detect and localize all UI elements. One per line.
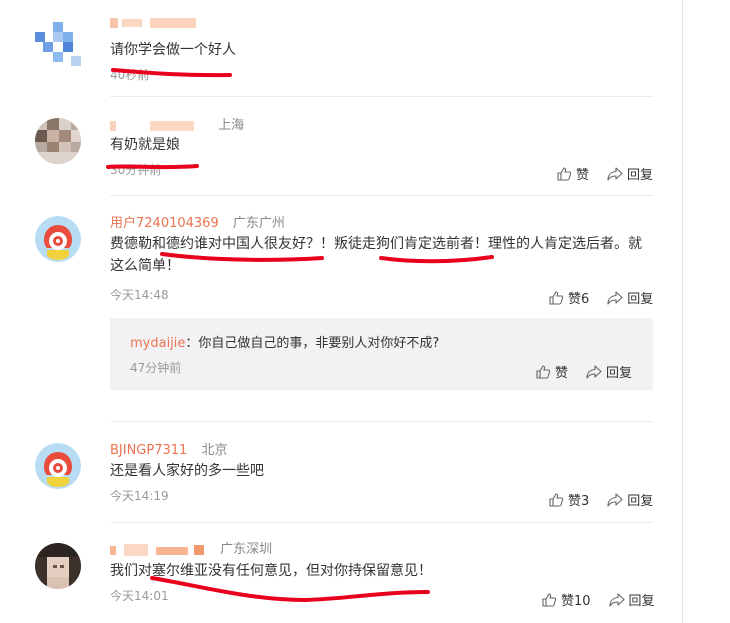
comment-location: 北京 xyxy=(201,443,228,458)
sub-reply: mydaijie：你自己做自己的事，非要别人对你好不成? 47分钟前 赞 回复 xyxy=(110,318,653,390)
comment-text: 费德勒和德约谁对中国人很友好？！叛徒走狗们肯定选前者！理性的人肯定选后者。就这么… xyxy=(110,236,642,274)
divider xyxy=(110,421,653,422)
share-arrow-icon[interactable] xyxy=(608,592,625,608)
reply-button[interactable]: 回复 xyxy=(627,288,653,307)
like-button[interactable]: 赞10 xyxy=(561,590,591,609)
divider xyxy=(110,96,653,97)
avatar[interactable] xyxy=(35,22,81,68)
divider xyxy=(110,195,653,196)
comment-username[interactable]: 用户7240104369 xyxy=(110,216,219,231)
divider xyxy=(110,522,653,523)
comment-location: 广东深圳 xyxy=(220,542,273,557)
scrollbar[interactable] xyxy=(682,0,683,623)
reply-button[interactable]: 回复 xyxy=(627,490,653,509)
share-arrow-icon[interactable] xyxy=(607,290,623,306)
comment-username[interactable]: BJINGP7311 xyxy=(110,443,187,458)
thumbs-up-icon[interactable] xyxy=(556,166,572,182)
comment-time: 今天14:01 xyxy=(110,589,169,603)
sub-reply-text: ：你自己做自己的事，非要别人对你好不成? xyxy=(185,336,440,351)
comment-actions: 赞 回复 xyxy=(556,164,653,183)
reply-button[interactable]: 回复 xyxy=(629,590,655,609)
comment-text: 我们对塞尔维亚没有任何意见，但对你持保留意见！ xyxy=(110,563,432,579)
share-arrow-icon[interactable] xyxy=(586,364,602,380)
red-underline-annotations xyxy=(106,68,494,603)
avatar[interactable] xyxy=(35,118,81,164)
comment-text: 有奶就是娘 xyxy=(110,137,180,153)
like-button[interactable]: 赞 xyxy=(555,362,568,381)
comment-text: 还是看人家好的多一些吧 xyxy=(110,463,264,479)
reply-button[interactable]: 回复 xyxy=(606,362,632,381)
comment-text: 请你学会做一个好人 xyxy=(110,42,236,58)
like-button[interactable]: 赞6 xyxy=(568,288,589,307)
comment-location: 广东广州 xyxy=(232,216,285,231)
avatar[interactable] xyxy=(35,443,81,489)
masked-username[interactable] xyxy=(110,543,210,557)
comment-actions: 赞6 回复 xyxy=(548,288,653,307)
username-row: 广东深圳 xyxy=(110,538,272,557)
sub-reply-line: mydaijie：你自己做自己的事，非要别人对你好不成? xyxy=(130,332,439,351)
like-button[interactable]: 赞3 xyxy=(568,490,589,509)
thumbs-up-icon[interactable] xyxy=(548,492,564,508)
comment-time: 今天14:19 xyxy=(110,489,169,503)
avatar[interactable] xyxy=(35,543,81,589)
masked-username[interactable] xyxy=(110,119,200,133)
avatar[interactable] xyxy=(35,216,81,262)
like-button[interactable]: 赞 xyxy=(576,164,589,183)
username-row: BJINGP7311 北京 xyxy=(110,439,227,458)
comment-time: 今天14:48 xyxy=(110,288,169,302)
thumbs-up-icon[interactable] xyxy=(535,364,551,380)
reply-button[interactable]: 回复 xyxy=(627,164,653,183)
thumbs-up-icon[interactable] xyxy=(541,592,557,608)
share-arrow-icon[interactable] xyxy=(607,492,623,508)
username-row: 上海 xyxy=(110,114,244,133)
sub-reply-time: 47分钟前 xyxy=(130,361,182,375)
comment-time: 30分钟前 xyxy=(110,163,162,177)
comment-time: 40秒前 xyxy=(110,68,150,82)
sub-reply-actions: 赞 回复 xyxy=(535,362,632,381)
masked-username[interactable] xyxy=(110,16,200,34)
thumbs-up-icon[interactable] xyxy=(548,290,564,306)
comment-actions: 赞10 回复 xyxy=(541,590,655,609)
username-row: 用户7240104369 广东广州 xyxy=(110,212,285,231)
sub-reply-username[interactable]: mydaijie xyxy=(130,336,185,351)
comment-location: 上海 xyxy=(218,118,245,133)
comment-actions: 赞3 回复 xyxy=(548,490,653,509)
share-arrow-icon[interactable] xyxy=(607,166,623,182)
